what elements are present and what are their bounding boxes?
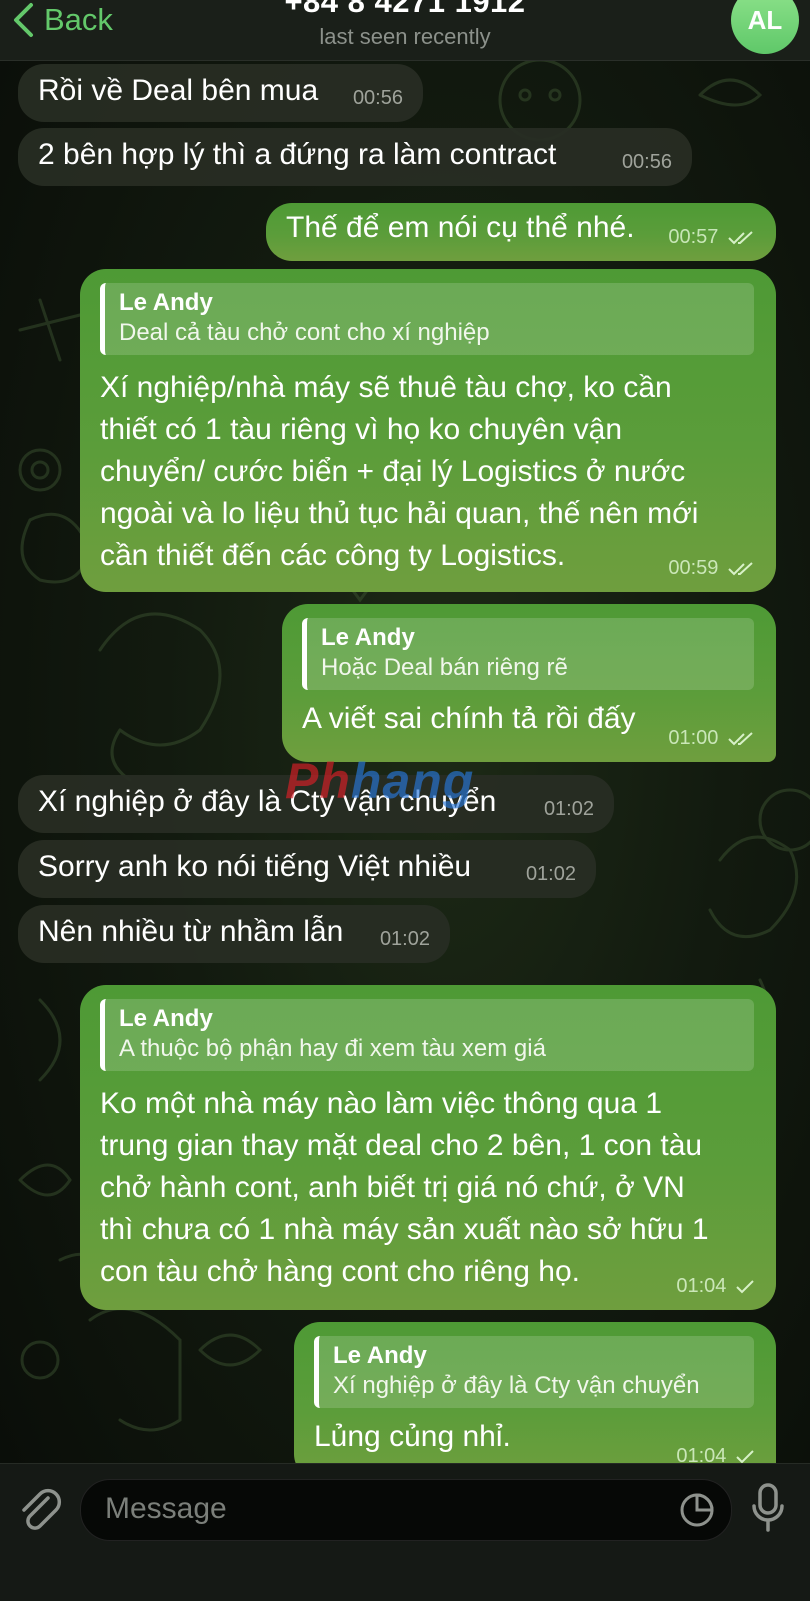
message-text: Xí nghiệp/nhà máy sẽ thuê tàu chợ, ko cầ… [100, 367, 754, 577]
message-outgoing[interactable]: Le Andy Hoặc Deal bán riêng rẽ A viết sa… [282, 604, 776, 762]
reply-quote[interactable]: Le Andy Xí nghiệp ở đây là Cty vận chuyể… [314, 1336, 754, 1408]
message-time: 00:56 [621, 151, 672, 173]
contact-title[interactable]: +84 8 4271 1912 [0, 0, 810, 20]
reply-quote[interactable]: Le Andy Deal cả tàu chở cont cho xí nghi… [100, 283, 754, 355]
message-time: 00:56 [352, 87, 403, 109]
message-text: Rồi về Deal bên mua [38, 74, 319, 107]
message-meta: 01:00 [668, 727, 754, 750]
message-outgoing[interactable]: Le Andy A thuộc bộ phận hay đi xem tàu x… [80, 985, 776, 1310]
message-outgoing[interactable]: Le Andy Xí nghiệp ở đây là Cty vận chuyể… [294, 1322, 776, 1480]
message-line: thiết có 1 tàu riêng vì họ ko chuyên vận [100, 413, 622, 446]
avatar-initials: AL [747, 4, 783, 35]
reply-text: Deal cả tàu chở cont cho xí nghiệp [119, 319, 490, 346]
reply-quote[interactable]: Le Andy A thuộc bộ phận hay đi xem tàu x… [100, 999, 754, 1071]
sticker-icon[interactable] [678, 1491, 716, 1529]
watermark-part: hang [350, 753, 475, 809]
message-time: 01:02 [525, 863, 576, 885]
message-text: Ko một nhà máy nào làm việc thông qua 1 … [100, 1083, 754, 1293]
message-text: Thế để em nói cụ thể nhé. [286, 211, 635, 244]
message-time: 01:04 [676, 1275, 727, 1297]
message-line: chuyển/ cước biển + đại lý Logistics ở n… [100, 455, 686, 488]
message-text: A viết sai chính tả rồi đấy [302, 702, 636, 735]
message-text: 2 bên hợp lý thì a đứng ra làm contract [38, 138, 557, 171]
message-line: trung gian thay mặt deal cho 2 bên, 1 co… [100, 1129, 703, 1162]
reply-text: Hoặc Deal bán riêng rẽ [321, 654, 568, 681]
reply-quote[interactable]: Le Andy Hoặc Deal bán riêng rẽ [302, 618, 754, 690]
message-time: 00:57 [668, 226, 719, 248]
microphone-icon[interactable] [750, 1482, 786, 1536]
check-icon [736, 1280, 754, 1294]
reply-author: Le Andy [321, 624, 415, 651]
message-incoming[interactable]: Rồi về Deal bên mua 00:56 [18, 64, 423, 122]
message-line: Xí nghiệp/nhà máy sẽ thuê tàu chợ, ko cầ… [100, 371, 672, 404]
message-input[interactable]: Message [80, 1479, 732, 1541]
message-incoming[interactable]: 2 bên hợp lý thì a đứng ra làm contract … [18, 128, 692, 186]
message-time: 01:02 [379, 928, 430, 950]
chat-header: Back +84 8 4271 1912 last seen recently … [0, 0, 810, 61]
reply-text: A thuộc bộ phận hay đi xem tàu xem giá [119, 1035, 546, 1062]
message-time: 00:59 [668, 557, 719, 579]
message-incoming[interactable]: Sorry anh ko nói tiếng Việt nhiều 01:02 [18, 840, 596, 898]
watermark-part: Ph [285, 753, 351, 809]
double-check-icon [728, 231, 753, 245]
reply-author: Le Andy [119, 289, 213, 316]
message-incoming[interactable]: Nên nhiều từ nhầm lẫn 01:02 [18, 905, 450, 963]
reply-text: Xí nghiệp ở đây là Cty vận chuyển [333, 1372, 700, 1399]
message-placeholder: Message [105, 1492, 227, 1525]
message-outgoing[interactable]: Le Andy Deal cả tàu chở cont cho xí nghi… [80, 269, 776, 592]
paperclip-icon[interactable] [18, 1486, 62, 1534]
message-line: con tàu chở hàng cont cho riêng họ. [100, 1255, 580, 1288]
message-composer: Message [0, 1463, 810, 1601]
message-text: Lủng củng nhỉ. [314, 1420, 511, 1453]
reply-author: Le Andy [119, 1005, 213, 1032]
message-meta: 00:59 [668, 557, 754, 580]
message-time: 01:00 [668, 727, 719, 749]
double-check-icon [728, 732, 753, 746]
double-check-icon [728, 562, 753, 576]
message-meta: 00:57 [668, 226, 754, 249]
message-line: ngoài và lo liệu thủ tục hải quan, thế n… [100, 497, 699, 530]
message-line: Ko một nhà máy nào làm việc thông qua 1 [100, 1087, 663, 1120]
message-line: thì chưa có 1 nhà máy sản xuất nào sở hữ… [100, 1213, 709, 1246]
message-outgoing[interactable]: Thế để em nói cụ thể nhé. 00:57 [266, 203, 776, 261]
contact-status: last seen recently [319, 24, 491, 49]
watermark: Phhang [285, 752, 474, 810]
check-icon [736, 1450, 754, 1464]
message-text: Nên nhiều từ nhầm lẫn [38, 915, 344, 948]
message-time: 01:02 [543, 798, 594, 820]
reply-author: Le Andy [333, 1342, 427, 1369]
message-text: Sorry anh ko nói tiếng Việt nhiều [38, 850, 472, 883]
message-line: chở hành cont, anh biết trị giá nó chứ, … [100, 1171, 685, 1204]
message-meta: 01:04 [676, 1275, 754, 1298]
message-line: cần thiết đến các công ty Logistics. [100, 539, 566, 572]
